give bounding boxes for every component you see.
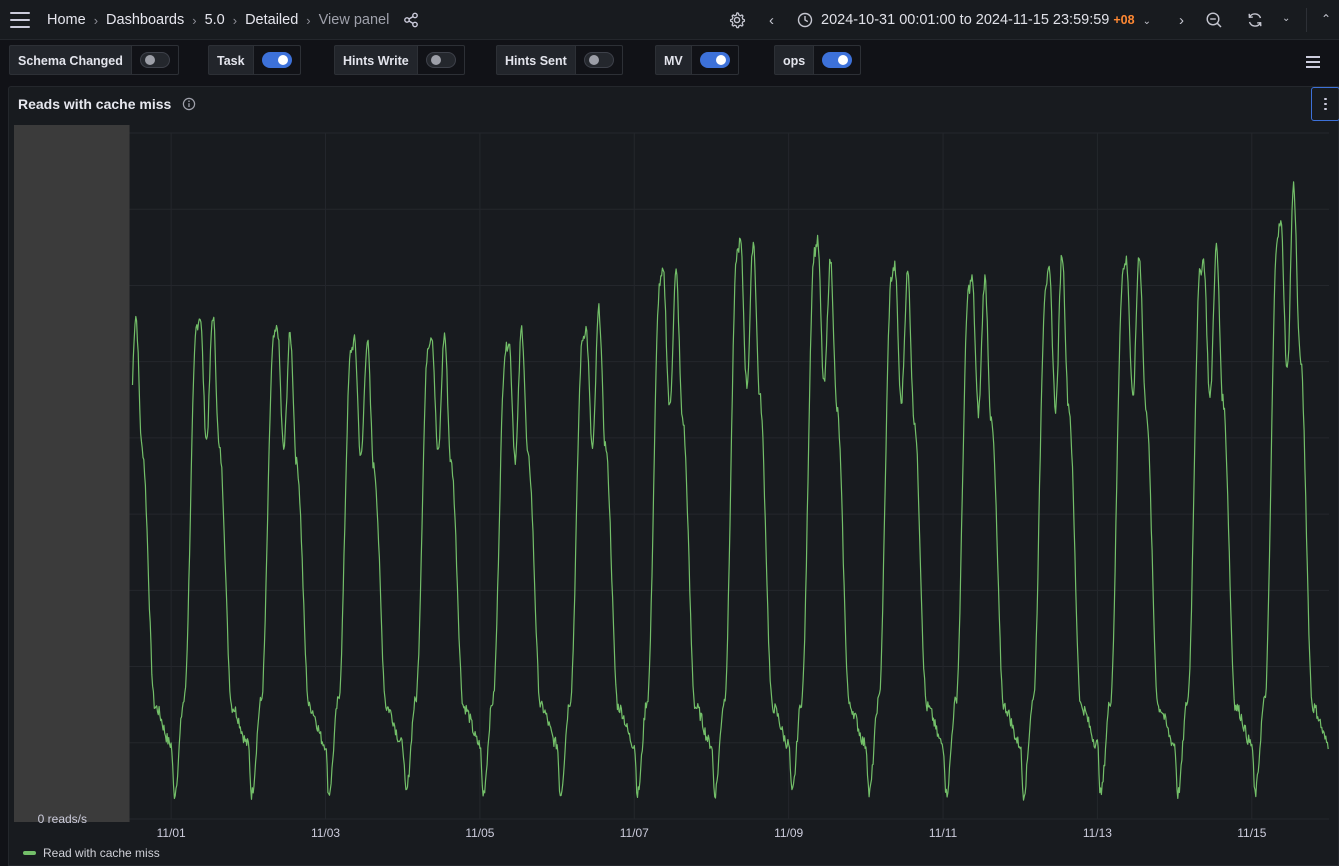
- variable-mv: MV: [655, 45, 739, 75]
- switch[interactable]: [822, 52, 853, 68]
- legend-label: Read with cache miss: [43, 846, 160, 860]
- breadcrumb-home[interactable]: Home: [47, 12, 86, 28]
- hamburger-icon[interactable]: [10, 12, 30, 28]
- switch[interactable]: [583, 52, 614, 68]
- gear-icon[interactable]: [728, 11, 746, 29]
- variable-schema-changed: Schema Changed: [9, 45, 179, 75]
- no-data-region: [14, 125, 130, 822]
- x-tick-label: 11/07: [620, 826, 649, 840]
- legend-swatch: [23, 851, 36, 855]
- toggle-schema-changed[interactable]: [130, 45, 179, 75]
- x-tick-label: 11/01: [157, 826, 186, 840]
- x-tick-label: 11/15: [1237, 826, 1266, 840]
- toggle-ops[interactable]: [813, 45, 862, 75]
- panel-title: Reads with cache miss: [18, 96, 172, 112]
- variable-ops: ops: [774, 45, 862, 75]
- divider: [1306, 8, 1307, 32]
- breadcrumb: Home › Dashboards › 5.0 › Detailed › Vie…: [47, 0, 419, 40]
- chevron-right-icon: ›: [306, 12, 311, 28]
- variable-label: Hints Write: [334, 45, 417, 75]
- clock-icon: [797, 12, 813, 28]
- variable-label: Hints Sent: [496, 45, 575, 75]
- zoom-out-icon[interactable]: [1205, 11, 1223, 29]
- timezone-offset: +08: [1113, 13, 1135, 27]
- chevron-left-icon[interactable]: ‹: [769, 12, 774, 29]
- breadcrumb-current-page: View panel: [318, 12, 390, 28]
- variable-label: Task: [208, 45, 253, 75]
- breadcrumb-dashboards[interactable]: Dashboards: [106, 12, 184, 28]
- chevron-up-icon[interactable]: ⌃: [1321, 12, 1331, 26]
- toggle-mv[interactable]: [690, 45, 739, 75]
- menu-icon[interactable]: [1306, 56, 1320, 68]
- share-icon[interactable]: [403, 12, 419, 28]
- switch[interactable]: [699, 52, 730, 68]
- time-range-text: 2024-10-31 00:01:00 to 2024-11-15 23:59:…: [821, 12, 1110, 28]
- chevron-right-icon: ›: [232, 12, 238, 28]
- variable-hints-sent: Hints Sent: [496, 45, 623, 75]
- x-tick-label: 11/11: [929, 826, 958, 840]
- x-tick-label: 11/03: [311, 826, 340, 840]
- toggle-task[interactable]: [252, 45, 301, 75]
- chevron-right-icon: ›: [93, 12, 99, 28]
- chart[interactable]: 11/01 11/03 11/05 11/07 11/09 11/11 11/13 11/15…: [9, 87, 1339, 866]
- time-range-picker[interactable]: 2024-10-31 00:01:00 to 2024-11-15 23:59:…: [821, 0, 1151, 40]
- kebab-menu-icon[interactable]: [1311, 87, 1339, 121]
- breadcrumb-folder[interactable]: 5.0: [205, 12, 225, 28]
- toggle-hints-write[interactable]: [416, 45, 465, 75]
- switch[interactable]: [139, 52, 170, 68]
- info-icon[interactable]: [182, 97, 196, 111]
- variable-label: Schema Changed: [9, 45, 131, 75]
- switch[interactable]: [261, 52, 292, 68]
- refresh-icon[interactable]: [1246, 11, 1264, 29]
- x-tick-label: 11/05: [465, 826, 494, 840]
- legend-item[interactable]: Read with cache miss: [23, 846, 160, 860]
- chevron-right-icon[interactable]: ›: [1179, 12, 1184, 29]
- variable-label: MV: [655, 45, 691, 75]
- series-line-read-with-cache-miss: [131, 181, 1329, 801]
- variable-task: Task: [208, 45, 301, 75]
- toggle-hints-sent[interactable]: [574, 45, 623, 75]
- switch[interactable]: [425, 52, 456, 68]
- top-navbar: Home › Dashboards › 5.0 › Detailed › Vie…: [0, 0, 1339, 40]
- variables-bar: Schema Changed Task Hints Write Hints Se…: [0, 40, 1339, 84]
- variable-label: ops: [774, 45, 814, 75]
- breadcrumb-dashboard[interactable]: Detailed: [245, 12, 298, 28]
- chevron-right-icon: ›: [192, 12, 197, 28]
- timeseries-panel: 11/01 11/03 11/05 11/07 11/09 11/11 11/13 11/15…: [8, 86, 1339, 866]
- chevron-down-icon: ⌄: [1142, 16, 1151, 27]
- x-tick-label: 11/09: [774, 826, 803, 840]
- x-tick-label: 11/13: [1083, 826, 1112, 840]
- chevron-down-icon[interactable]: ⌄: [1282, 13, 1290, 24]
- variable-hints-write: Hints Write: [334, 45, 465, 75]
- y-tick-label: 0 reads/s: [38, 812, 87, 826]
